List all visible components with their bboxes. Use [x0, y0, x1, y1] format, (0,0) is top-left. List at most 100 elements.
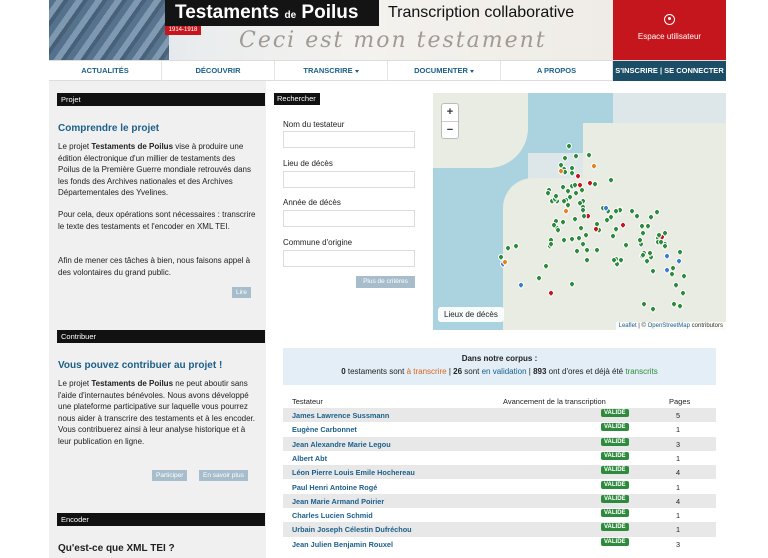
contribuer-paragraph: Le projet Testaments de Poilus ne peut a… — [58, 379, 255, 446]
page-count: 1 — [675, 511, 681, 521]
testator-name-link[interactable]: Paul Henri Antoine Rogé — [292, 483, 377, 492]
in-validation-link[interactable]: en validation — [482, 367, 527, 376]
page-count: 4 — [675, 496, 681, 506]
status-badge: VALIDÉ — [601, 480, 629, 489]
testator-name-link[interactable]: Jean Marie Armand Poirier — [292, 497, 384, 506]
testator-name-link[interactable]: Léon Pierre Louis Emile Hochereau — [292, 468, 415, 477]
projet-paragraph-2: Pour cela, deux opérations sont nécessai… — [58, 210, 256, 231]
banner-script-text: Ceci est mon testament — [239, 28, 547, 53]
user-circle-icon — [664, 14, 675, 25]
corpus-stats: Dans notre corpus : 0 testaments sont à … — [283, 348, 716, 385]
origin-town-label: Commune d'origine — [283, 238, 353, 247]
death-place-label: Lieu de décès — [283, 159, 333, 168]
table-row[interactable]: Jean Alexandre Marie Legou VALIDÉ 3 — [283, 436, 716, 451]
zoom-in-button[interactable]: + — [442, 104, 458, 121]
status-badge: VALIDÉ — [601, 494, 629, 503]
encoder-title: Qu'est-ce que XML TEI ? — [58, 543, 175, 554]
death-places-layer-button[interactable]: Lieux de décès — [438, 307, 504, 322]
nav-documenter[interactable]: DOCUMENTER — [388, 61, 501, 81]
map-attribution: Leaflet | © OpenStreetMap contributors — [615, 322, 726, 330]
projet-title: Comprendre le projet — [58, 123, 160, 134]
site-subtitle: Transcription collaborative — [388, 4, 575, 21]
page-count: 1 — [675, 453, 681, 463]
status-badge: VALIDÉ — [601, 437, 629, 446]
page-count: 1 — [675, 525, 681, 535]
status-badge: VALIDÉ — [601, 509, 629, 518]
page-count: 5 — [675, 411, 681, 420]
testator-name-label: Nom du testateur — [283, 120, 345, 129]
main-content: Projet Comprendre le projet Le projet Te… — [49, 81, 726, 558]
table-row[interactable]: Jean Marie Armand Poirier VALIDÉ 4 — [283, 493, 716, 509]
search-form: Rechercher Nom du testateur Lieu de décè… — [274, 81, 432, 331]
table-row[interactable]: Jean Julien Benjamin Rouxel VALIDÉ 3 — [283, 537, 716, 551]
table-row[interactable]: James Lawrence Sussmann VALIDÉ 5 — [283, 408, 716, 423]
user-space-label: Espace utilisateur — [637, 32, 702, 41]
logo-text-2: Poilus — [301, 2, 359, 23]
learn-more-button[interactable]: En savoir plus — [199, 470, 248, 481]
testator-name-link[interactable]: Urbain Joseph Célestin Dufréchou — [292, 525, 412, 534]
table-row[interactable]: Charles Lucien Schmid VALIDÉ 1 — [283, 508, 716, 522]
page-count: 1 — [675, 482, 681, 492]
site-logo[interactable]: Testaments de Poilus — [165, 0, 379, 26]
status-badge: VALIDÉ — [601, 523, 629, 532]
table-row[interactable]: Urbain Joseph Célestin Dufréchou VALIDÉ 1 — [283, 522, 716, 537]
nav-decouvrir[interactable]: DÉCOUVRIR — [162, 61, 275, 81]
col-pages: Pages — [669, 397, 691, 406]
nav-transcrire[interactable]: TRANSCRIRE — [275, 61, 388, 81]
site-header: Ceci est mon testament Testaments de Poi… — [0, 0, 768, 60]
participate-button[interactable]: Participer — [152, 470, 188, 481]
testator-name-input[interactable] — [283, 131, 415, 148]
left-sidebar: Projet Comprendre le projet Le projet Te… — [49, 81, 266, 558]
col-testateur: Testateur — [292, 397, 323, 406]
col-avancement: Avancement de la transcription — [503, 397, 606, 406]
signup-login-button[interactable]: S'INSCRIRE | SE CONNECTER — [613, 61, 726, 81]
corpus-stats-line: 0 testaments sont à transcrire | 26 sont… — [341, 367, 658, 376]
status-badge: VALIDÉ — [601, 451, 629, 460]
death-year-label: Année de décès — [283, 198, 341, 207]
testator-name-link[interactable]: Jean Julien Benjamin Rouxel — [292, 540, 393, 549]
search-header: Rechercher — [274, 93, 320, 105]
table-row[interactable]: Albert Abt VALIDÉ 1 — [283, 451, 716, 465]
projet-paragraph-1: Le projet Testaments de Poilus vise à pr… — [58, 142, 251, 198]
user-space-button[interactable]: Espace utilisateur — [613, 0, 726, 60]
contribuer-section-header: Contribuer — [57, 330, 265, 343]
nav-a-propos[interactable]: A PROPOS — [501, 61, 613, 81]
map-marker-icon[interactable] — [571, 151, 581, 161]
osm-link[interactable]: OpenStreetMap — [648, 323, 690, 329]
status-badge: VALIDÉ — [601, 423, 629, 432]
read-button[interactable]: Lire — [232, 287, 251, 298]
testator-name-link[interactable]: Charles Lucien Schmid — [292, 511, 373, 520]
origin-town-input[interactable] — [283, 250, 415, 267]
death-places-map[interactable]: + − Lieux de décès Leaflet | © OpenStree… — [433, 93, 726, 330]
chevron-down-icon — [354, 69, 359, 73]
status-badge: VALIDÉ — [601, 466, 629, 475]
zoom-out-button[interactable]: − — [442, 121, 458, 138]
to-transcribe-link[interactable]: à transcrire — [407, 367, 447, 376]
leaflet-link[interactable]: Leaflet — [619, 323, 637, 329]
page-count: 4 — [675, 468, 681, 478]
main-nav: ACTUALITÉS DÉCOUVRIR TRANSCRIRE DOCUMENT… — [49, 60, 726, 81]
table-row[interactable]: Léon Pierre Louis Emile Hochereau VALIDÉ 4 — [283, 465, 716, 480]
projet-paragraph-3: Afin de mener ces tâches à bien, nous fa… — [58, 256, 251, 277]
logo-text-1: Testaments — [175, 2, 280, 23]
projet-section-header: Projet — [57, 93, 265, 106]
death-year-input[interactable] — [283, 210, 415, 227]
banner-photo — [49, 0, 169, 60]
page-count: 1 — [675, 425, 681, 435]
transcribed-link[interactable]: transcrits — [625, 367, 657, 376]
testator-name-link[interactable]: Albert Abt — [292, 454, 327, 463]
corpus-stats-title: Dans notre corpus : — [461, 354, 538, 363]
testator-name-link[interactable]: James Lawrence Sussmann — [292, 411, 389, 420]
death-place-input[interactable] — [283, 171, 415, 188]
page-count: 3 — [675, 539, 681, 549]
testator-name-link[interactable]: Eugène Carbonnet — [292, 425, 357, 434]
map-land-benelux — [583, 123, 726, 203]
more-criteria-button[interactable]: Plus de critères — [356, 276, 415, 288]
nav-actualites[interactable]: ACTUALITÉS — [49, 61, 162, 81]
table-row[interactable]: Eugène Carbonnet VALIDÉ 1 — [283, 422, 716, 436]
map-zoom-control: + − — [441, 103, 459, 139]
status-badge: VALIDÉ — [601, 537, 629, 546]
testator-name-link[interactable]: Jean Alexandre Marie Legou — [292, 440, 391, 449]
status-badge: VALIDÉ — [601, 409, 629, 417]
table-row[interactable]: Paul Henri Antoine Rogé VALIDÉ 1 — [283, 480, 716, 494]
